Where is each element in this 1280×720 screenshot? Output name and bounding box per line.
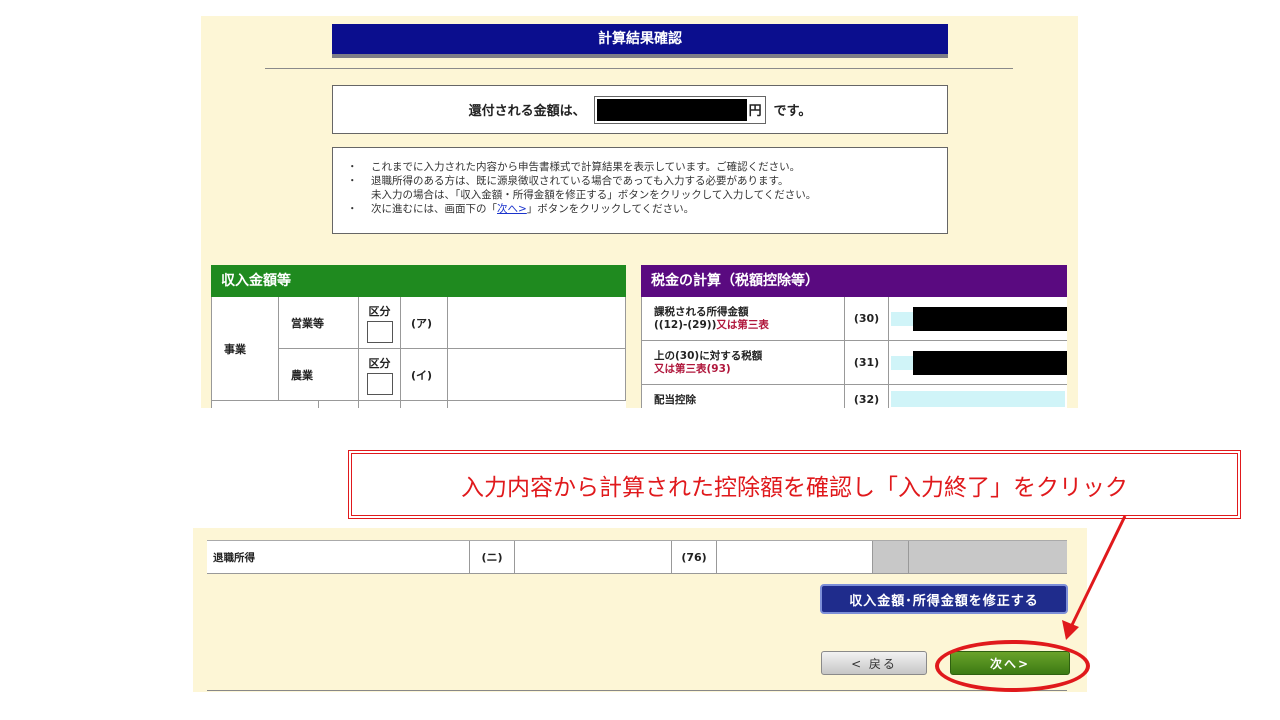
tax-row-code: (30) (845, 297, 889, 341)
highlight-ellipse (935, 640, 1090, 692)
disabled-cell (873, 541, 909, 574)
instructions-box: ・ これまでに入力された内容から申告書様式で計算結果を表示しています。ご確認くだ… (332, 147, 948, 234)
table-row-partial (401, 401, 448, 408)
row-code: (ニ) (470, 541, 515, 574)
tax-row-label: 配当控除 (641, 385, 845, 408)
row-code: (76) (672, 541, 717, 574)
annotation-callout: 入力内容から計算された控除額を確認し「入力終了」をクリック (351, 453, 1238, 516)
kubun-input[interactable] (366, 372, 393, 395)
bullet: ・ (347, 161, 358, 173)
kubun-cell: 区分 (359, 349, 401, 401)
bullet (347, 188, 371, 202)
tax-row-label: 上の(30)に対する税額 又は第三表(93) (641, 341, 845, 385)
kubun-label: 区分 (368, 356, 391, 370)
refund-unit: 円 (748, 104, 762, 119)
label-line2: ((12)-(29)) (654, 318, 717, 331)
divider (207, 690, 1067, 691)
note-item: ・ これまでに入力された内容から申告書様式で計算結果を表示しています。ご確認くだ… (347, 160, 947, 174)
note-text: これまでに入力された内容から申告書様式で計算結果を表示しています。ご確認ください… (371, 161, 801, 173)
kubun-label: 区分 (368, 304, 391, 318)
refund-amount-field: 円 (593, 95, 766, 124)
row-code: (イ) (401, 349, 448, 401)
redacted-amount (913, 307, 1067, 331)
label-line2-red: 又は第三表(93) (654, 362, 731, 375)
amount-cell (448, 349, 626, 401)
back-button[interactable]: < 戻る (821, 651, 927, 675)
redacted-amount (913, 351, 1067, 375)
income-table: 事業 営業等 区分 (ア) 農業 区分 (イ) (211, 297, 626, 408)
refund-suffix: です。 (773, 104, 812, 119)
label-line1: 課税される所得金額 (654, 305, 749, 318)
tax-amount-cell (889, 385, 1067, 408)
note-item: ・ 退職所得のある方は、既に源泉徴収されている場合であっても入力する必要がありま… (347, 174, 947, 188)
label-line1: 上の(30)に対する税額 (654, 349, 763, 362)
label-line2-red: 又は第三表 (716, 318, 769, 331)
tax-row-label: 課税される所得金額 ((12)-(29))又は第三表 (641, 297, 845, 341)
refund-prefix: 還付される金額は、 (468, 104, 586, 119)
income-section-header: 収入金額等 (211, 265, 626, 297)
input-highlight (891, 356, 913, 370)
tax-amount-input[interactable] (891, 391, 1065, 407)
page-title: 計算結果確認 (332, 24, 948, 58)
note-text: 退職所得のある方は、既に源泉徴収されている場合であっても入力する必要があります。 (371, 175, 789, 187)
bullet: ・ (347, 203, 358, 215)
group-label-business: 事業 (211, 297, 279, 401)
kubun-cell: 区分 (359, 297, 401, 349)
tax-section-header: 税金の計算（税額控除等） (641, 265, 1067, 297)
note-item: 未入力の場合は、「収入金額・所得金額を修正する」ボタンをクリックして入力してくだ… (347, 188, 947, 202)
tax-amount-cell (889, 341, 1067, 385)
input-highlight (891, 312, 913, 326)
redacted-amount (596, 98, 747, 121)
note-text: 未入力の場合は、「収入金額・所得金額を修正する」ボタンをクリックして入力してくだ… (371, 189, 817, 201)
row-label: 農業 (279, 349, 359, 401)
note-text-before: 次に進むには、画面下の「 (371, 203, 497, 215)
refund-amount-box: 還付される金額は、 円 です。 (332, 85, 948, 134)
calc-result-panel: 計算結果確認 還付される金額は、 円 です。 ・ これまでに入力された内容から申… (201, 16, 1078, 408)
note-text: 次に進むには、画面下の「次へ>」ボタンをクリックしてください。 (371, 202, 694, 216)
table-row-partial (359, 401, 401, 408)
note-text-after: 」ボタンをクリックしてください。 (526, 203, 695, 215)
divider (265, 68, 1013, 69)
table-row-partial (211, 401, 319, 408)
row-code: (ア) (401, 297, 448, 349)
row-label: 退職所得 (207, 541, 470, 574)
tax-table: 課税される所得金額 ((12)-(29))又は第三表 (30) 上の(30)に対… (641, 297, 1067, 408)
kubun-input[interactable] (366, 320, 393, 343)
disabled-cell (909, 541, 1067, 574)
amount-cell (515, 541, 672, 574)
bullet: ・ (347, 175, 358, 187)
tax-row-code: (31) (845, 341, 889, 385)
table-row: 退職所得 (ニ) (76) (207, 540, 1067, 574)
note-item: ・ 次に進むには、画面下の「次へ>」ボタンをクリックしてください。 (347, 202, 947, 216)
next-link[interactable]: 次へ> (497, 203, 527, 215)
amount-cell (448, 297, 626, 349)
fix-income-button[interactable]: 収入金額･所得金額を修正する (820, 584, 1068, 614)
table-row-partial (319, 401, 359, 408)
tax-amount-cell (889, 297, 1067, 341)
row-label: 営業等 (279, 297, 359, 349)
amount-cell (717, 541, 873, 574)
tax-row-code: (32) (845, 385, 889, 408)
